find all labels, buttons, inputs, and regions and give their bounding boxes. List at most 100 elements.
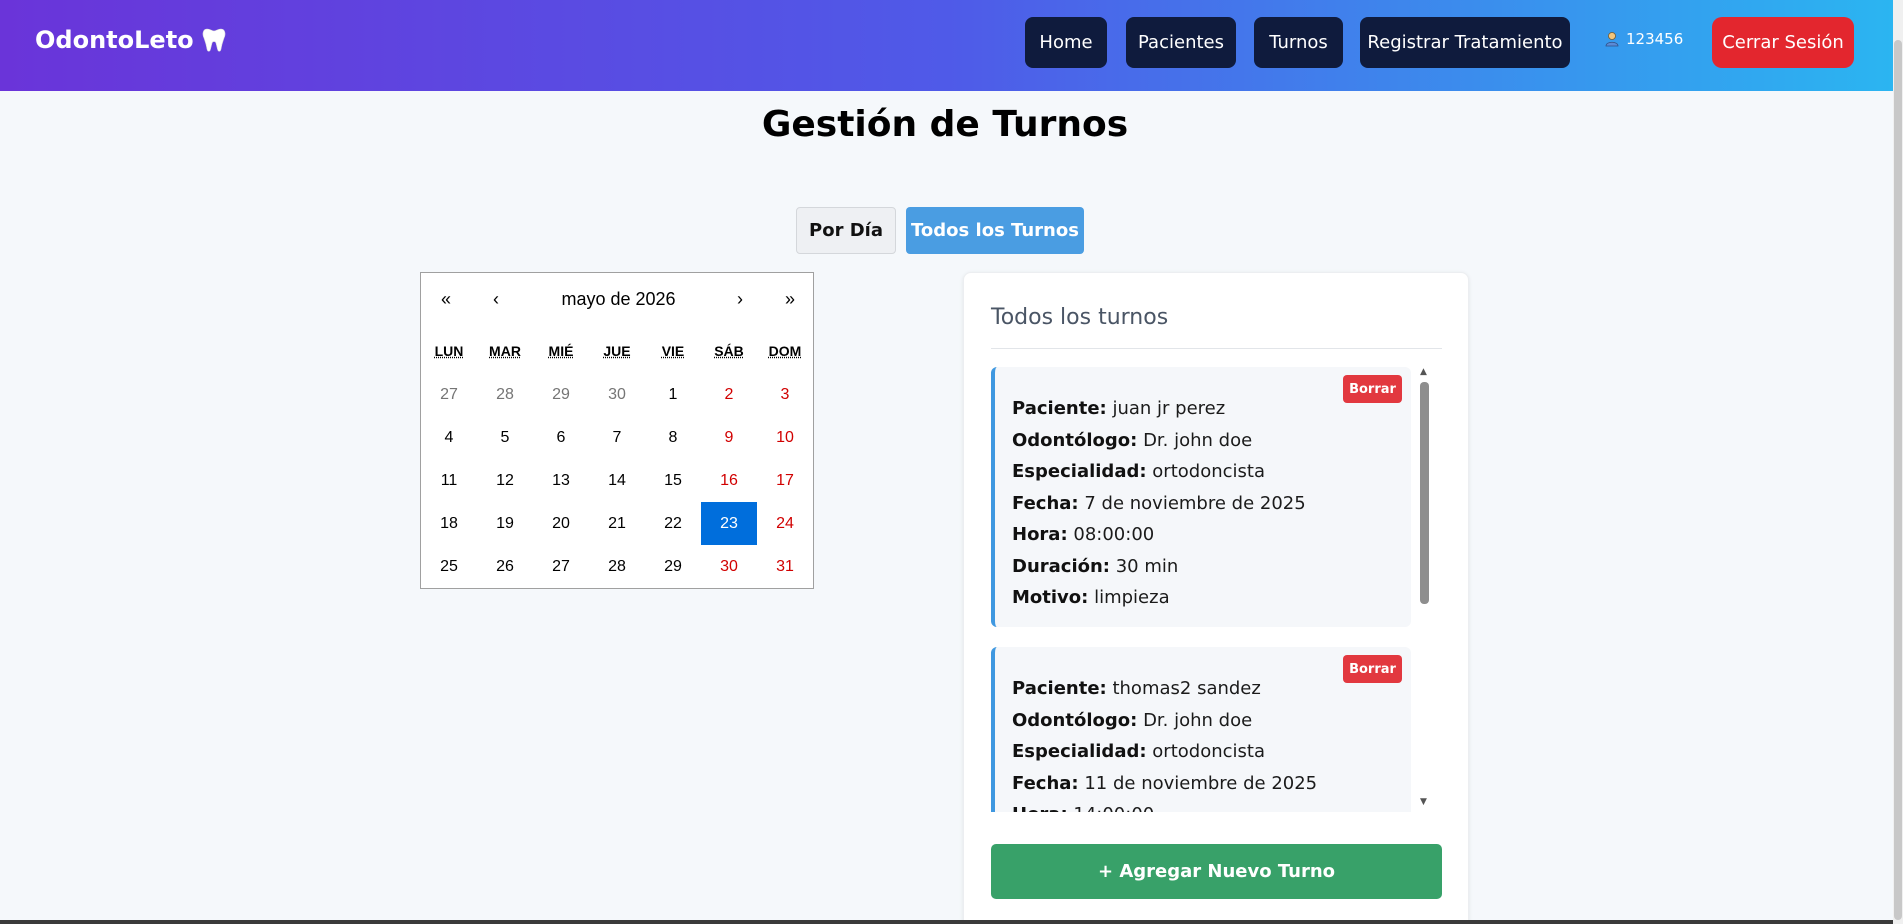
calendar-day[interactable]: 28 xyxy=(477,373,533,416)
calendar-day[interactable]: 4 xyxy=(421,416,477,459)
appointments-list-scrollbar[interactable]: ▲ ▼ xyxy=(1418,367,1430,807)
field-value: 7 de noviembre de 2025 xyxy=(1084,492,1306,514)
calendar-day[interactable]: 28 xyxy=(589,545,645,588)
calendar-day[interactable]: 16 xyxy=(701,459,757,502)
calendar-day[interactable]: 19 xyxy=(477,502,533,545)
weekday-label: VIE xyxy=(661,343,685,359)
calendar-day[interactable]: 11 xyxy=(421,459,477,502)
calendar-day[interactable]: 6 xyxy=(533,416,589,459)
appointment-field-time: Hora: 08:00:00 xyxy=(1012,519,1411,551)
appointments-list[interactable]: Borrar Paciente: juan jr perez Odontólogo:… xyxy=(991,367,1411,812)
field-label: Fecha: xyxy=(1012,772,1079,794)
calendar-prev-year-button[interactable]: « xyxy=(421,285,471,313)
calendar-day[interactable]: 17 xyxy=(757,459,813,502)
field-label: Hora: xyxy=(1012,524,1068,545)
brand-name: OdontoLeto xyxy=(35,26,194,54)
calendar-day[interactable]: 14 xyxy=(589,459,645,502)
scrollbar-thumb[interactable] xyxy=(1420,382,1429,604)
appointment-field-date: Fecha: 7 de noviembre de 2025 xyxy=(1012,488,1411,520)
user-icon xyxy=(1605,32,1619,47)
calendar-day[interactable]: 20 xyxy=(533,502,589,545)
page-title: Gestión de Turnos xyxy=(761,104,1129,145)
field-label: Odontólogo: xyxy=(1012,709,1138,731)
calendar-prev-month-button[interactable]: ‹ xyxy=(471,285,521,313)
page-scrollbar[interactable] xyxy=(1893,0,1903,924)
calendar-day[interactable]: 15 xyxy=(645,459,701,502)
calendar-day[interactable]: 29 xyxy=(645,545,701,588)
logout-button[interactable]: Cerrar Sesión xyxy=(1712,17,1854,68)
calendar-month-label[interactable]: mayo de 2026 xyxy=(541,285,696,313)
appointment-field-specialty: Especialidad: ortodoncista xyxy=(1012,456,1411,488)
scroll-up-icon[interactable]: ▲ xyxy=(1420,367,1427,377)
calendar: « ‹ mayo de 2026 › » LUN MAR MIÉ JUE VIE… xyxy=(420,272,814,589)
delete-appointment-button[interactable]: Borrar xyxy=(1343,375,1402,403)
field-value: limpieza xyxy=(1094,587,1170,608)
weekday-label: MAR xyxy=(489,343,521,359)
calendar-day[interactable]: 30 xyxy=(701,545,757,588)
add-appointment-button[interactable]: + Agregar Nuevo Turno xyxy=(991,844,1442,899)
calendar-day[interactable]: 23 xyxy=(701,502,757,545)
appointment-field-time: Hora: 14:00:00 xyxy=(1012,799,1411,812)
appointment-field-dentist: Odontólogo: Dr. john doe xyxy=(1012,705,1411,737)
calendar-day[interactable]: 5 xyxy=(477,416,533,459)
nav-home-button[interactable]: Home xyxy=(1025,17,1107,68)
calendar-day[interactable]: 10 xyxy=(757,416,813,459)
top-navbar: OdontoLeto Home Pacientes Turnos Registr… xyxy=(0,0,1893,91)
calendar-day[interactable]: 9 xyxy=(701,416,757,459)
calendar-next-year-button[interactable]: » xyxy=(765,285,815,313)
calendar-day[interactable]: 29 xyxy=(533,373,589,416)
calendar-day[interactable]: 24 xyxy=(757,502,813,545)
tooth-icon xyxy=(202,28,225,52)
calendar-day[interactable]: 26 xyxy=(477,545,533,588)
field-value: 30 min xyxy=(1115,555,1179,577)
calendar-day[interactable]: 25 xyxy=(421,545,477,588)
tab-por-dia[interactable]: Por Día xyxy=(796,207,896,254)
calendar-day[interactable]: 7 xyxy=(589,416,645,459)
calendar-day[interactable]: 2 xyxy=(701,373,757,416)
calendar-day[interactable]: 21 xyxy=(589,502,645,545)
calendar-weekdays: LUN MAR MIÉ JUE VIE SÁB DOM xyxy=(421,343,815,359)
field-value: thomas2 sandez xyxy=(1112,678,1261,699)
nav-turnos-button[interactable]: Turnos xyxy=(1254,17,1343,68)
field-label: Hora: xyxy=(1012,804,1068,812)
calendar-day[interactable]: 30 xyxy=(589,373,645,416)
calendar-week-row: 11 12 13 14 15 16 17 xyxy=(421,459,815,502)
calendar-next-month-button[interactable]: › xyxy=(715,285,765,313)
field-label: Paciente: xyxy=(1012,678,1107,699)
nav-pacientes-button[interactable]: Pacientes xyxy=(1126,17,1236,68)
field-label: Especialidad: xyxy=(1012,741,1147,762)
calendar-day[interactable]: 31 xyxy=(757,545,813,588)
calendar-day[interactable]: 13 xyxy=(533,459,589,502)
field-value: juan jr perez xyxy=(1112,398,1226,419)
field-value: Dr. john doe xyxy=(1143,709,1253,731)
tab-todos-los-turnos[interactable]: Todos los Turnos xyxy=(906,207,1084,254)
weekday-label: MIÉ xyxy=(548,343,574,359)
calendar-day[interactable]: 27 xyxy=(533,545,589,588)
calendar-day[interactable]: 22 xyxy=(645,502,701,545)
appointment-field-duration: Duración: 30 min xyxy=(1012,551,1411,583)
calendar-week-row: 25 26 27 28 29 30 31 xyxy=(421,545,815,588)
delete-appointment-button[interactable]: Borrar xyxy=(1343,655,1402,683)
nav-registrar-tratamiento-button[interactable]: Registrar Tratamiento xyxy=(1360,17,1570,68)
weekday-label: SÁB xyxy=(714,343,744,359)
field-label: Odontólogo: xyxy=(1012,429,1138,451)
calendar-week-row: 18 19 20 21 22 23 24 xyxy=(421,502,815,545)
field-value: ortodoncista xyxy=(1152,461,1265,482)
calendar-day[interactable]: 18 xyxy=(421,502,477,545)
weekday-label: DOM xyxy=(768,343,802,359)
brand-logo[interactable]: OdontoLeto xyxy=(35,26,226,54)
calendar-day[interactable]: 8 xyxy=(645,416,701,459)
appointment-field-reason: Motivo: limpieza xyxy=(1012,582,1411,614)
appointment-field-dentist: Odontólogo: Dr. john doe xyxy=(1012,425,1411,457)
calendar-day[interactable]: 3 xyxy=(757,373,813,416)
calendar-day[interactable]: 1 xyxy=(645,373,701,416)
field-value: 08:00:00 xyxy=(1073,524,1155,545)
field-value: 14:00:00 xyxy=(1073,804,1154,812)
appointment-card: Borrar Paciente: thomas2 sandez Odontólogo… xyxy=(991,647,1411,812)
scroll-down-icon[interactable]: ▼ xyxy=(1420,797,1427,807)
field-label: Duración: xyxy=(1012,555,1110,577)
page-scrollbar-thumb[interactable] xyxy=(1894,40,1902,920)
field-label: Especialidad: xyxy=(1012,461,1147,482)
calendar-day[interactable]: 27 xyxy=(421,373,477,416)
calendar-day[interactable]: 12 xyxy=(477,459,533,502)
